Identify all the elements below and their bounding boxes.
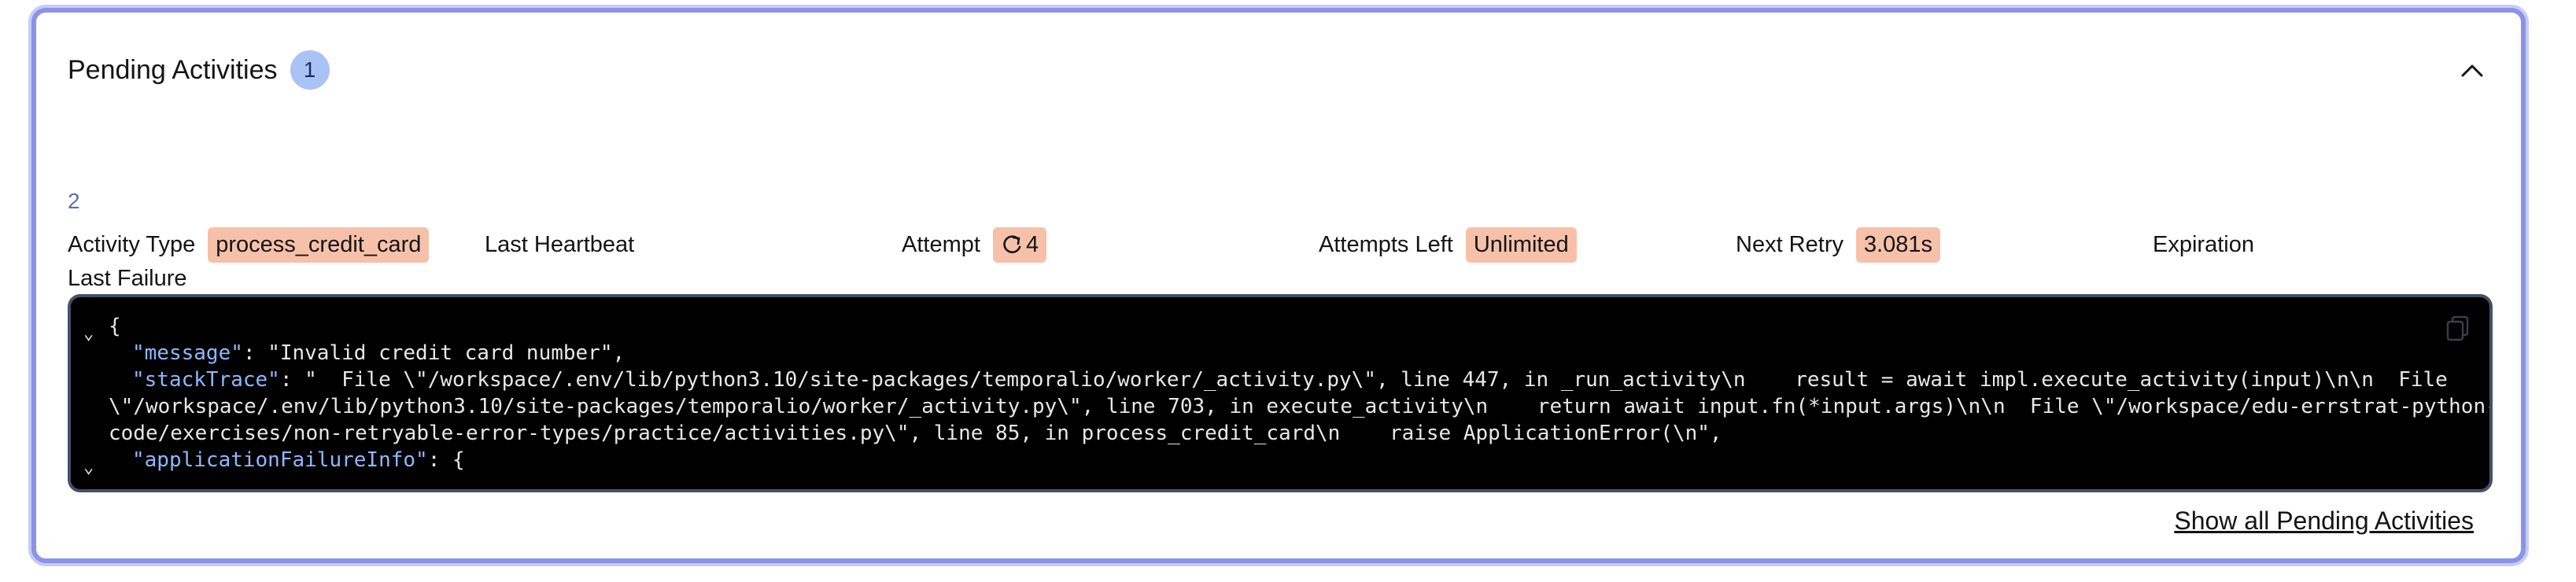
json-appfailure-value: : { <box>427 448 465 472</box>
attempts-left-label: Attempts Left <box>1319 231 1453 257</box>
json-key-stacktrace: "stackTrace" <box>132 368 280 392</box>
json-message-line: "message": "Invalid credit card number", <box>132 340 625 367</box>
next-retry-label: Next Retry <box>1736 231 1843 257</box>
retry-icon <box>1003 235 1021 253</box>
section-header: Pending Activities 1 <box>68 50 330 90</box>
field-expiration: Expiration <box>2153 223 2267 266</box>
json-key-message: "message" <box>132 341 243 365</box>
field-next-retry: Next Retry 3.081s <box>1736 223 1941 266</box>
json-key-applicationfailureinfo: "applicationFailureInfo" <box>132 448 428 472</box>
last-heartbeat-label: Last Heartbeat <box>485 231 635 257</box>
json-stacktrace-line: "stackTrace": " File \"/workspace/.env/l… <box>132 367 2448 393</box>
count-badge: 1 <box>290 50 330 90</box>
last-failure-label: Last Failure <box>68 266 187 291</box>
json-stacktrace-value-2: \"/workspace/.env/lib/python3.10/site-pa… <box>109 395 2493 418</box>
copy-icon[interactable] <box>2445 315 2471 343</box>
field-last-heartbeat: Last Heartbeat <box>485 223 647 266</box>
section-title: Pending Activities <box>68 54 278 85</box>
expiration-label: Expiration <box>2153 231 2254 257</box>
attempt-label: Attempt <box>902 231 980 257</box>
json-open-brace: { <box>109 315 121 338</box>
attempt-value: 4 <box>1025 231 1039 257</box>
activity-type-value: process_credit_card <box>208 227 430 263</box>
field-activity-type: Activity Type process_credit_card <box>68 223 430 266</box>
json-message-value: : "Invalid credit card number", <box>242 341 626 365</box>
json-stacktrace-value-1: : " File \"/workspace/.env/lib/python3.1… <box>279 368 2448 392</box>
chevron-up-icon[interactable] <box>2458 57 2486 85</box>
next-retry-value: 3.081s <box>1855 227 1941 263</box>
field-attempt: Attempt 4 <box>902 223 1047 266</box>
last-failure-code-block[interactable]: ⌄ { "message": "Invalid credit card numb… <box>68 294 2493 492</box>
attempts-left-value: Unlimited <box>1465 227 1577 263</box>
show-all-pending-activities-link[interactable]: Show all Pending Activities <box>2174 506 2474 536</box>
field-attempts-left: Attempts Left Unlimited <box>1319 223 1577 266</box>
json-stacktrace-value-3: code/exercises/non-retryable-error-types… <box>109 422 1722 445</box>
pending-activities-card: Pending Activities 1 2 Activity Type pro… <box>31 8 2526 563</box>
fold-chevron-icon[interactable]: ⌄ <box>83 455 94 481</box>
attempt-pill: 4 <box>992 227 1047 263</box>
json-appfailure-line: "applicationFailureInfo": { <box>132 447 465 473</box>
activity-fields: Activity Type process_credit_card Last H… <box>68 223 2507 266</box>
activity-type-label: Activity Type <box>68 231 196 257</box>
fold-chevron-icon[interactable]: ⌄ <box>83 321 94 348</box>
activity-index: 2 <box>68 189 80 213</box>
